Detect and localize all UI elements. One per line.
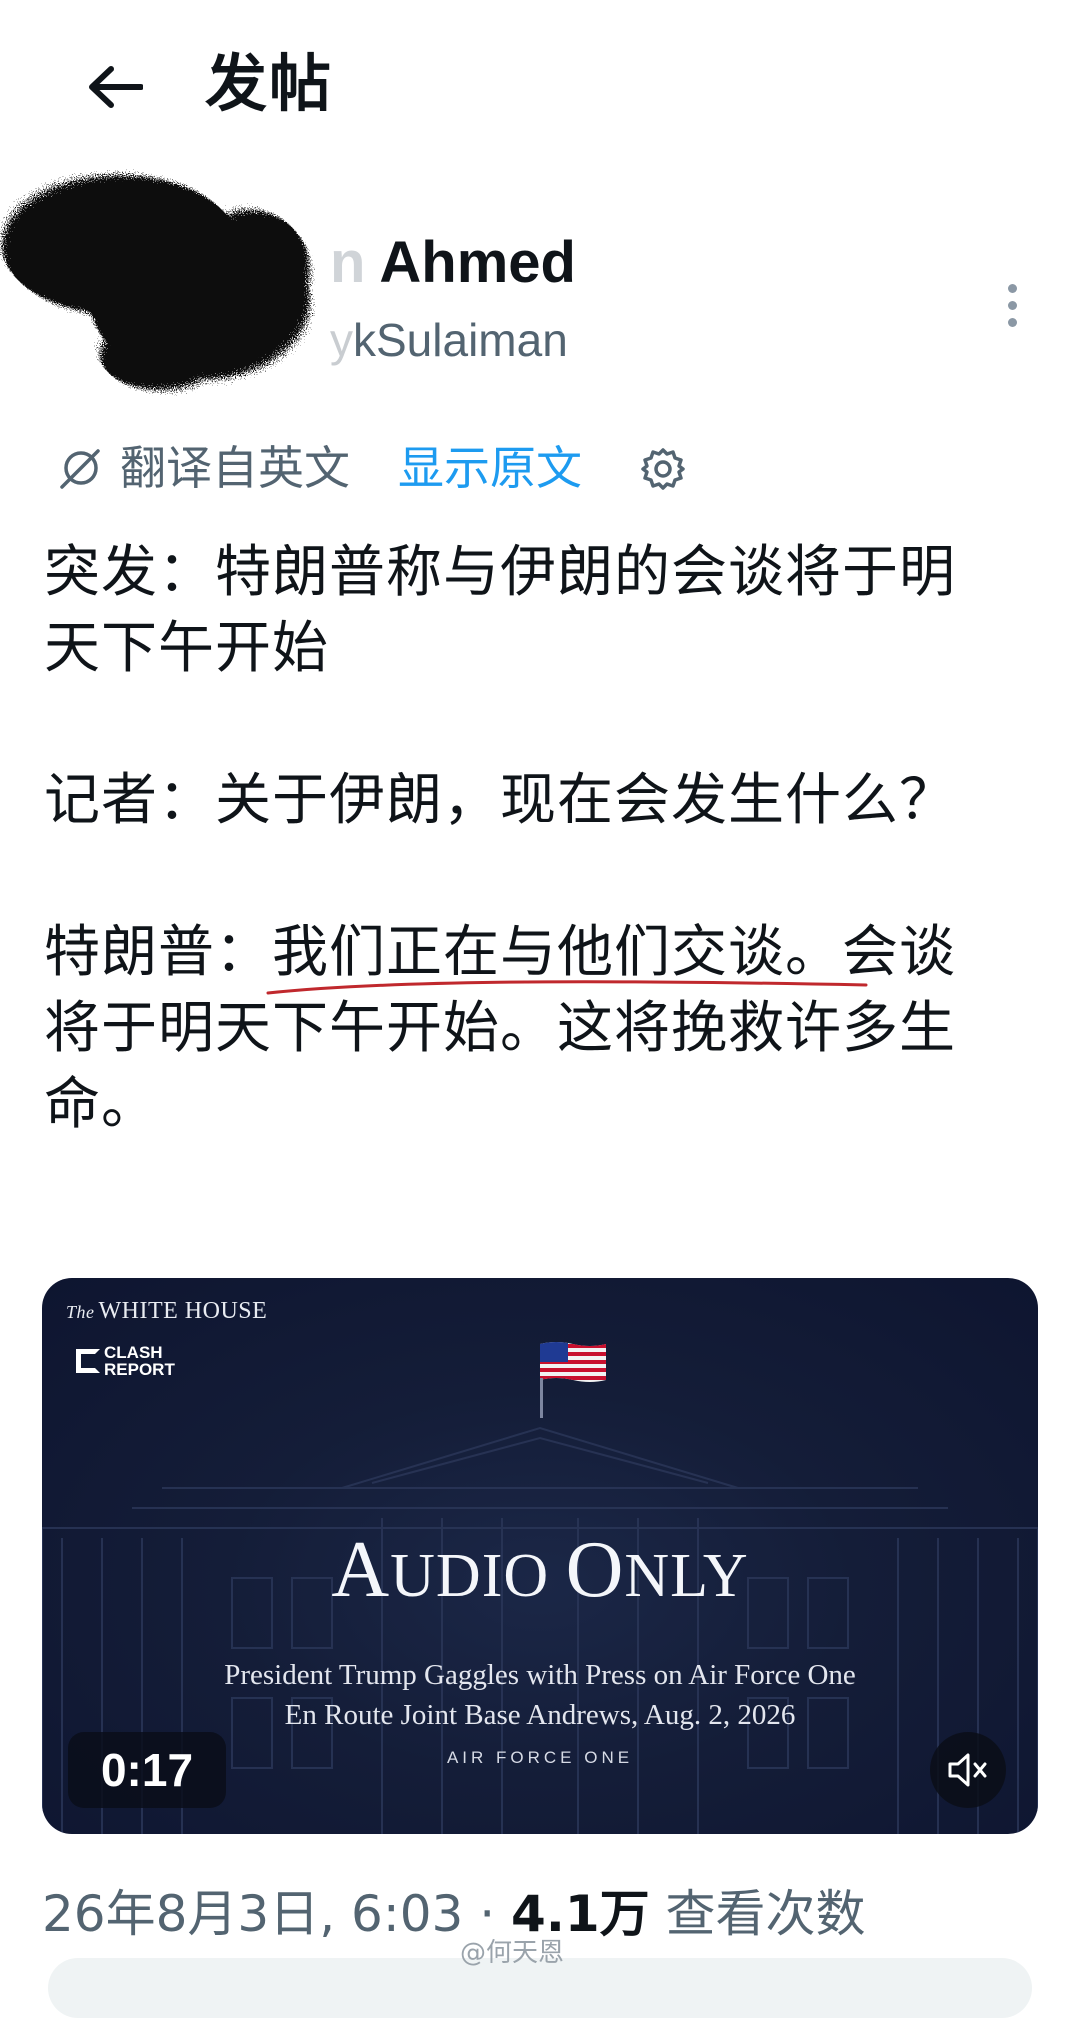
gear-icon [641, 448, 685, 490]
video-card[interactable]: The WHITE HOUSE CLASH REPORT AUDIO ONLY Pr… [42, 1278, 1038, 1834]
post-timestamp: 26年8月3日, 6:03 [42, 1885, 464, 1943]
video-subtitle-line-1: President Trump Gaggles with Press on Ai… [224, 1659, 856, 1691]
white-house-logo: The WHITE HOUSE [66, 1298, 268, 1324]
translated-from-label: 翻译自英文 [120, 441, 350, 495]
volume-mute-icon [948, 1753, 987, 1787]
video-subtitle-line-2: En Route Joint Base Andrews, Aug. 2, 202… [284, 1699, 796, 1731]
tweet-paragraph-2: 记者：关于伊朗，现在会发生什么？ [44, 768, 956, 833]
post-meta: 26年8月3日, 6:03 · 4.1万 查看次数 [42, 1882, 866, 1946]
tweet-text: 突发：特朗普称与伊朗的会谈将于明天下午开始 记者：关于伊朗，现在会发生什么？ 特… [44, 535, 1004, 1143]
video-duration-badge: 0:17 [68, 1732, 226, 1808]
us-flag-icon [540, 1342, 606, 1382]
more-vertical-icon [1007, 283, 1017, 327]
author-display-name[interactable]: n Ahmed [330, 228, 576, 298]
underline-stroke [266, 980, 868, 995]
audio-only-title: AUDIO ONLY [331, 1526, 749, 1614]
mute-toggle-button[interactable] [930, 1732, 1006, 1808]
meta-separator: · [479, 1885, 496, 1943]
translation-settings-button[interactable] [640, 446, 686, 492]
clash-report-mark [76, 1349, 100, 1373]
tweet-paragraph-3: 特朗普：我们正在与他们交谈。 会谈将于明天下午开始。这将挽救许多生命。 [44, 920, 956, 1137]
view-count: 4.1万 [511, 1885, 650, 1943]
back-button[interactable] [70, 42, 160, 132]
red-underline-annotation: 我们正在与他们交谈。 [266, 920, 868, 995]
flagpole [540, 1378, 543, 1418]
tweet-paragraph-1: 突发：特朗普称与伊朗的会谈将于明天下午开始 [44, 540, 956, 681]
redacted-avatar-scribble [2, 175, 310, 390]
arrow-left-icon [89, 66, 143, 108]
show-original-link[interactable]: 显示原文 [398, 438, 582, 498]
translate-icon [60, 449, 100, 489]
weibo-watermark: @何天恩 [460, 1938, 565, 1968]
author-handle[interactable]: ykSulaiman [330, 310, 568, 370]
views-label: 查看次数 [665, 1885, 866, 1943]
page-title: 发帖 [205, 47, 334, 120]
more-options-button[interactable] [990, 280, 1034, 330]
clash-report-logo: CLASH REPORT [76, 1344, 175, 1378]
